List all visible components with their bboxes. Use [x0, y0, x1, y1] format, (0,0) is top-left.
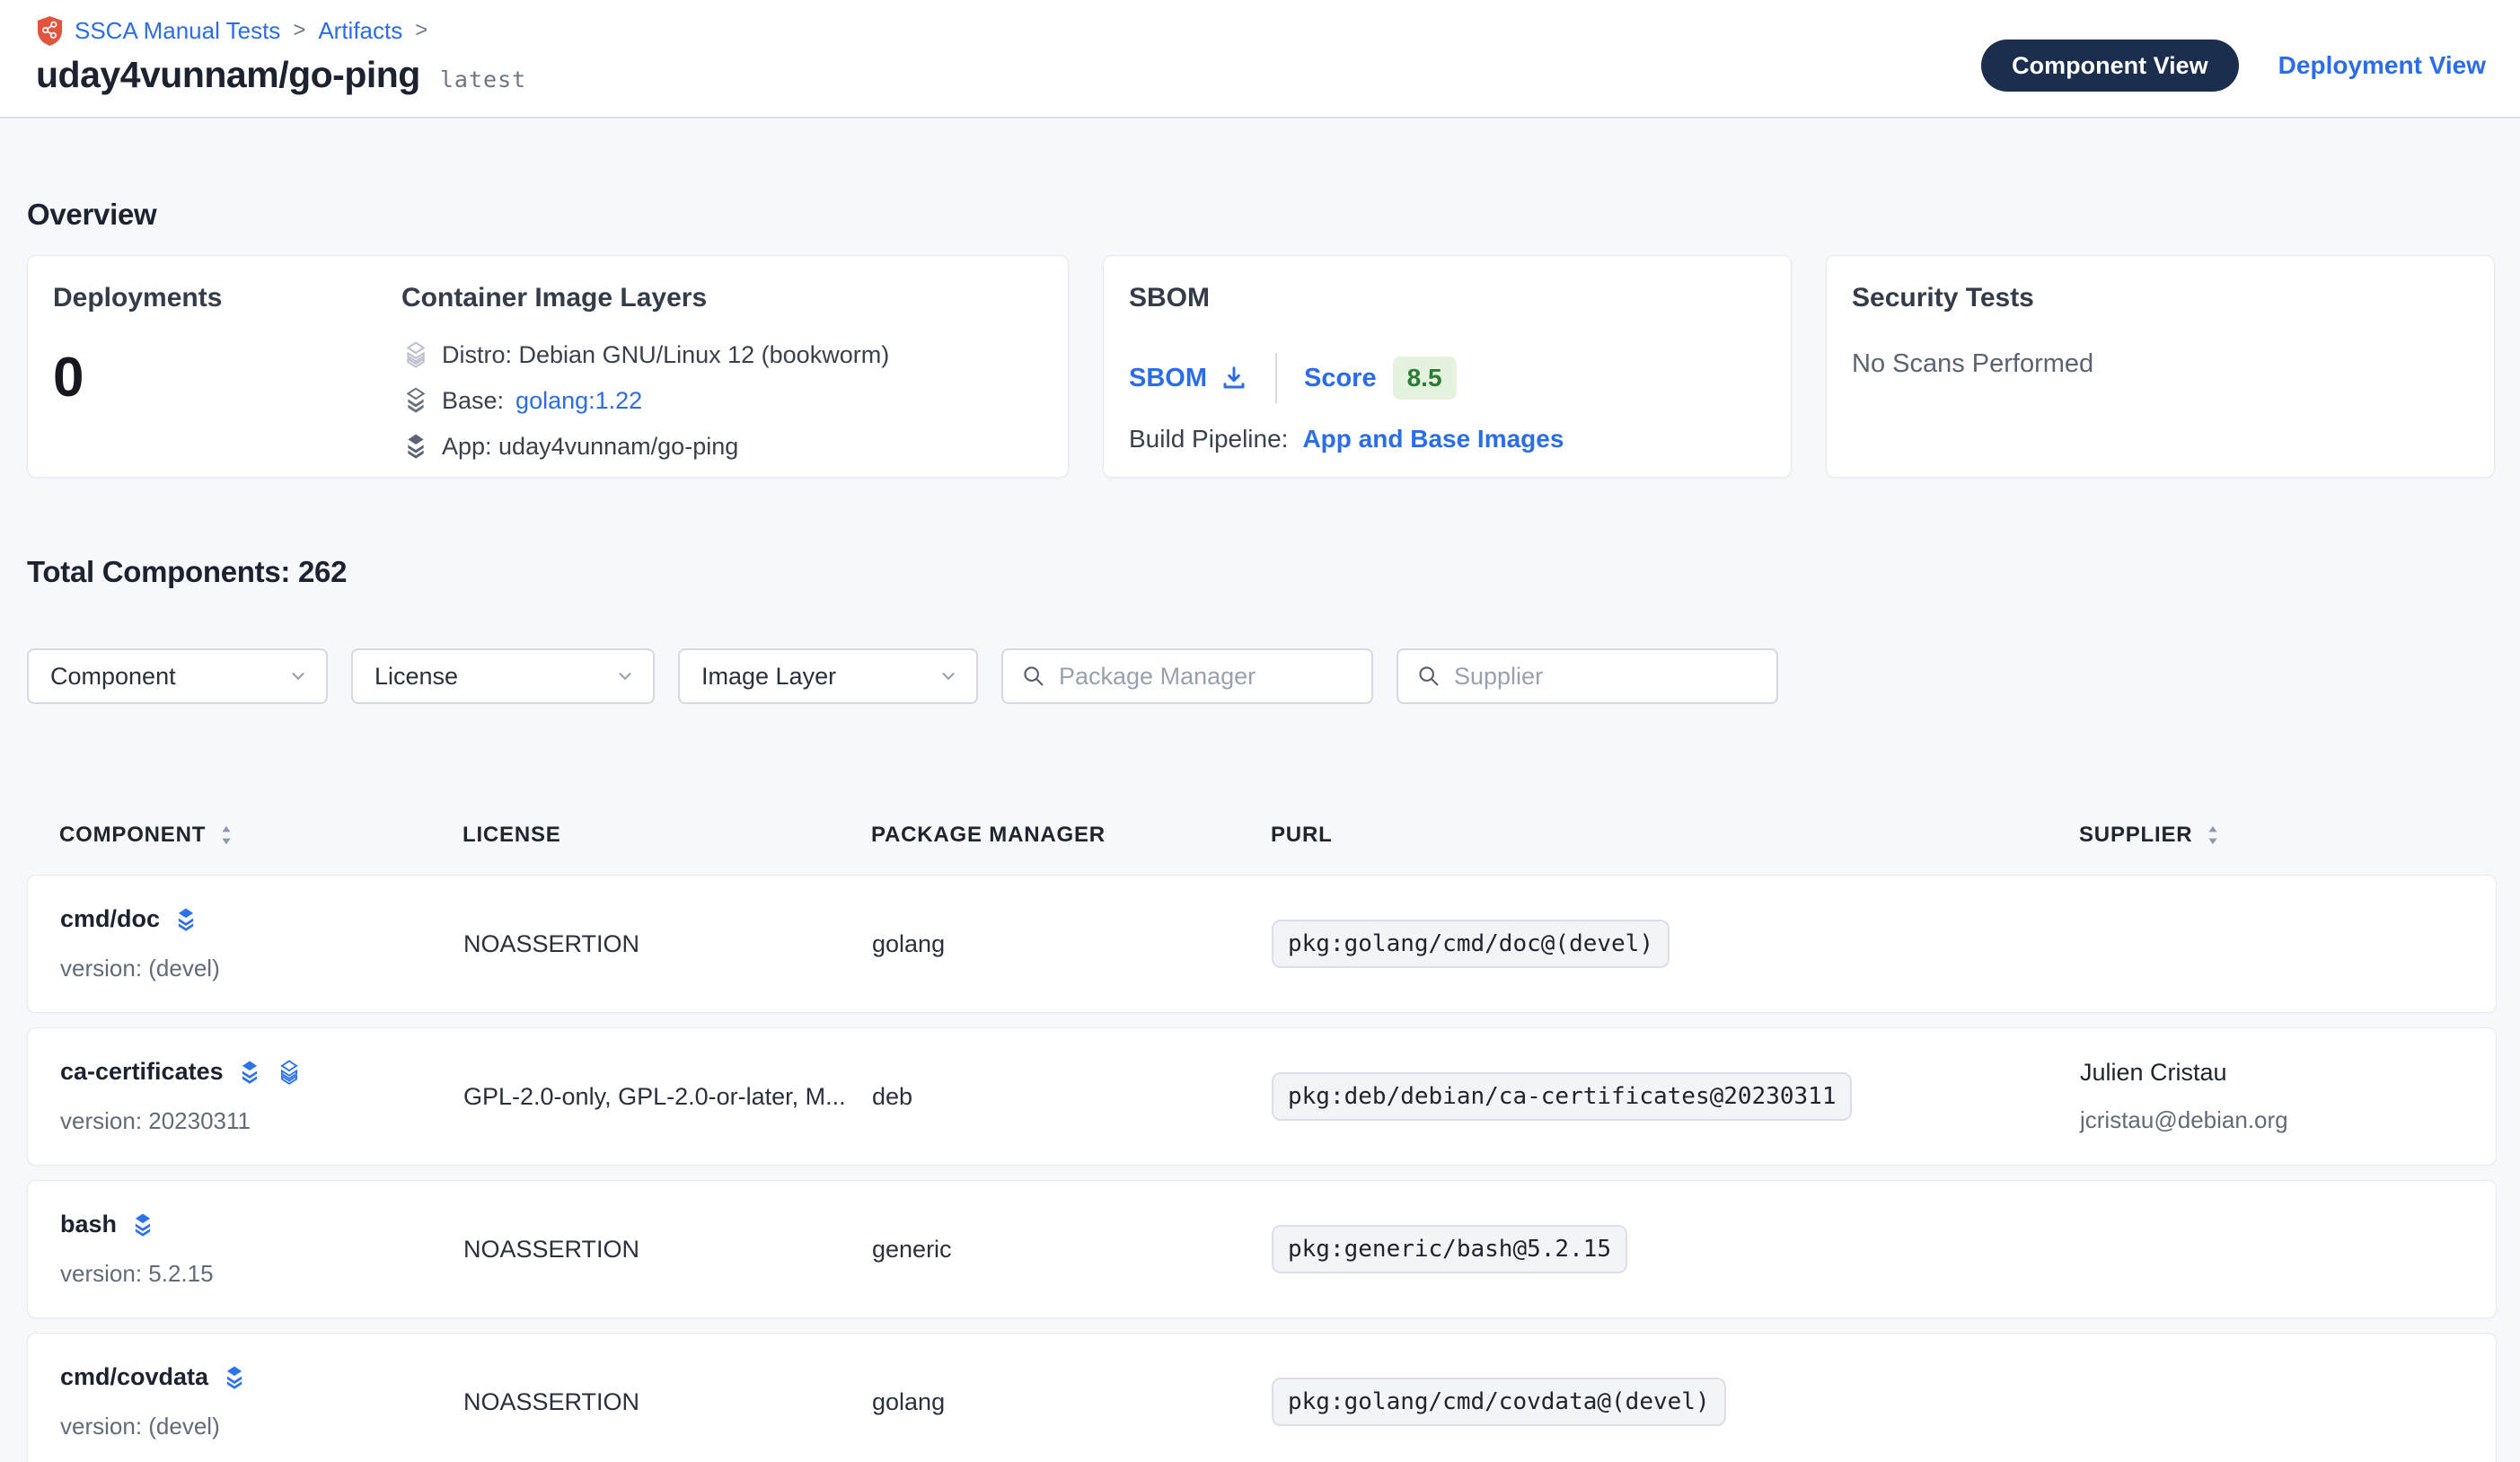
supplier-searchbox — [1397, 648, 1778, 704]
download-icon — [1220, 364, 1248, 392]
components-table: COMPONENT LICENSE PACKAGE MANAGER PURL S… — [27, 823, 2497, 1462]
component-name[interactable]: cmd/covdata — [60, 1363, 208, 1391]
supplier-cell: Julien Cristau jcristau@debian.org — [2080, 1059, 2496, 1134]
package-manager-cell: generic — [872, 1236, 1272, 1264]
table-row[interactable]: cmd/doc version: (devel) NOASSERTION gol… — [27, 875, 2497, 1013]
purl-badge: pkg:golang/cmd/doc@(devel) — [1272, 920, 1670, 968]
image-layer-filter-dropdown[interactable]: Image Layer — [678, 648, 978, 704]
table-header-row: COMPONENT LICENSE PACKAGE MANAGER PURL S… — [27, 823, 2497, 848]
sort-icon[interactable] — [2203, 823, 2223, 847]
divider — [1275, 353, 1277, 403]
layers-filled-blue-icon — [236, 1059, 263, 1086]
base-layer-line: Base: golang:1.22 — [401, 386, 1043, 415]
overview-cards: Deployments 0 Container Image Layers — [27, 255, 2497, 478]
component-version: version: 5.2.15 — [60, 1260, 463, 1288]
license-filter-dropdown[interactable]: License — [351, 648, 655, 704]
sbom-download-label: SBOM — [1129, 364, 1207, 393]
search-icon — [1021, 664, 1046, 689]
table-row[interactable]: bash version: 5.2.15 NOASSERTION generic… — [27, 1180, 2497, 1318]
license-cell: NOASSERTION — [463, 1388, 872, 1416]
main-content: Overview Deployments 0 Container Image L… — [0, 119, 2520, 1462]
column-header-supplier[interactable]: SUPPLIER — [2079, 823, 2497, 848]
layers-filled-icon — [401, 432, 430, 461]
package-manager-search-input[interactable] — [1059, 663, 1377, 691]
sbom-card: SBOM SBOM Score 8.5 Build — [1103, 255, 1792, 478]
component-name[interactable]: ca-certificates — [60, 1058, 224, 1086]
chevron-down-icon — [615, 666, 635, 686]
deployment-view-link[interactable]: Deployment View — [2278, 51, 2486, 80]
package-manager-cell: golang — [872, 930, 1272, 958]
breadcrumb-separator: > — [413, 18, 429, 43]
version-tag: latest — [440, 66, 526, 92]
layers-filled-blue-icon — [172, 906, 199, 933]
component-view-button[interactable]: Component View — [1981, 40, 2239, 92]
component-name[interactable]: bash — [60, 1211, 117, 1238]
license-cell: NOASSERTION — [463, 930, 872, 958]
filter-bar: Component License Image Layer — [27, 648, 2497, 704]
security-tests-label: Security Tests — [1852, 283, 2469, 313]
component-filter-label: Component — [50, 663, 176, 691]
package-manager-searchbox — [1001, 648, 1373, 704]
base-image-link[interactable]: golang:1.22 — [515, 387, 642, 415]
chevron-down-icon — [938, 666, 958, 686]
package-manager-cell: deb — [872, 1083, 1272, 1111]
license-filter-label: License — [374, 663, 458, 691]
layers-half-icon — [401, 386, 430, 415]
supplier-name: Julien Cristau — [2080, 1059, 2496, 1087]
sbom-score-badge: 8.5 — [1393, 357, 1457, 400]
component-version: version: 20230311 — [60, 1107, 463, 1135]
overview-heading: Overview — [27, 198, 2497, 232]
table-row[interactable]: ca-certificates version: 20230311 GPL-2.… — [27, 1027, 2497, 1166]
breadcrumb-artifacts-link[interactable]: Artifacts — [318, 17, 402, 45]
app-text: App: uday4vunnam/go-ping — [442, 433, 738, 461]
package-manager-cell: golang — [872, 1388, 1272, 1416]
distro-text: Distro: Debian GNU/Linux 12 (bookworm) — [442, 341, 889, 369]
layers-filled-blue-icon — [129, 1211, 156, 1238]
component-filter-dropdown[interactable]: Component — [27, 648, 328, 704]
build-pipeline-label: Build Pipeline: — [1129, 425, 1288, 454]
layers-filled-blue-icon — [221, 1364, 248, 1391]
column-header-component[interactable]: COMPONENT — [59, 823, 463, 848]
supplier-email: jcristau@debian.org — [2080, 1106, 2496, 1134]
table-row[interactable]: cmd/covdata version: (devel) NOASSERTION… — [27, 1333, 2497, 1462]
column-header-package-manager: PACKAGE MANAGER — [871, 823, 1271, 848]
security-tests-status: No Scans Performed — [1852, 349, 2469, 379]
component-version: version: (devel) — [60, 955, 463, 982]
search-icon — [1416, 664, 1441, 689]
sort-icon[interactable] — [216, 823, 236, 847]
total-components-heading: Total Components: 262 — [27, 555, 2497, 589]
column-header-license: LICENSE — [463, 823, 871, 848]
build-pipeline-link[interactable]: App and Base Images — [1302, 425, 1564, 454]
deployments-count: 0 — [53, 346, 401, 410]
sbom-label: SBOM — [1129, 283, 1766, 313]
distro-layer-line: Distro: Debian GNU/Linux 12 (bookworm) — [401, 340, 1043, 369]
sbom-score-label: Score — [1304, 364, 1377, 393]
top-bar: SSCA Manual Tests > Artifacts > uday4vun… — [0, 0, 2520, 119]
supplier-search-input[interactable] — [1454, 663, 1772, 691]
component-name[interactable]: cmd/doc — [60, 905, 160, 933]
page-title: uday4vunnam/go-ping — [36, 54, 420, 96]
image-layer-filter-label: Image Layer — [701, 663, 836, 691]
container-image-layers-label: Container Image Layers — [401, 283, 1043, 313]
sbom-download-link[interactable]: SBOM — [1129, 364, 1248, 393]
base-prefix: Base: — [442, 387, 504, 415]
layers-outline-icon — [401, 340, 430, 369]
column-header-purl: PURL — [1271, 823, 2079, 848]
deployments-label: Deployments — [53, 283, 401, 313]
deployments-layers-card: Deployments 0 Container Image Layers — [27, 255, 1069, 478]
app-layer-line: App: uday4vunnam/go-ping — [401, 432, 1043, 461]
layers-outline-blue-icon — [276, 1059, 303, 1086]
license-cell: NOASSERTION — [463, 1236, 872, 1264]
purl-badge: pkg:golang/cmd/covdata@(devel) — [1272, 1378, 1726, 1426]
breadcrumb-project-link[interactable]: SSCA Manual Tests — [75, 17, 280, 45]
shield-network-icon — [36, 15, 64, 47]
security-tests-card: Security Tests No Scans Performed — [1826, 255, 2495, 478]
license-cell: GPL-2.0-only, GPL-2.0-or-later, M... — [463, 1083, 872, 1111]
purl-badge: pkg:generic/bash@5.2.15 — [1272, 1225, 1627, 1273]
purl-badge: pkg:deb/debian/ca-certificates@20230311 — [1272, 1072, 1852, 1121]
chevron-down-icon — [288, 666, 308, 686]
component-version: version: (devel) — [60, 1413, 463, 1440]
breadcrumb-separator: > — [291, 18, 307, 43]
